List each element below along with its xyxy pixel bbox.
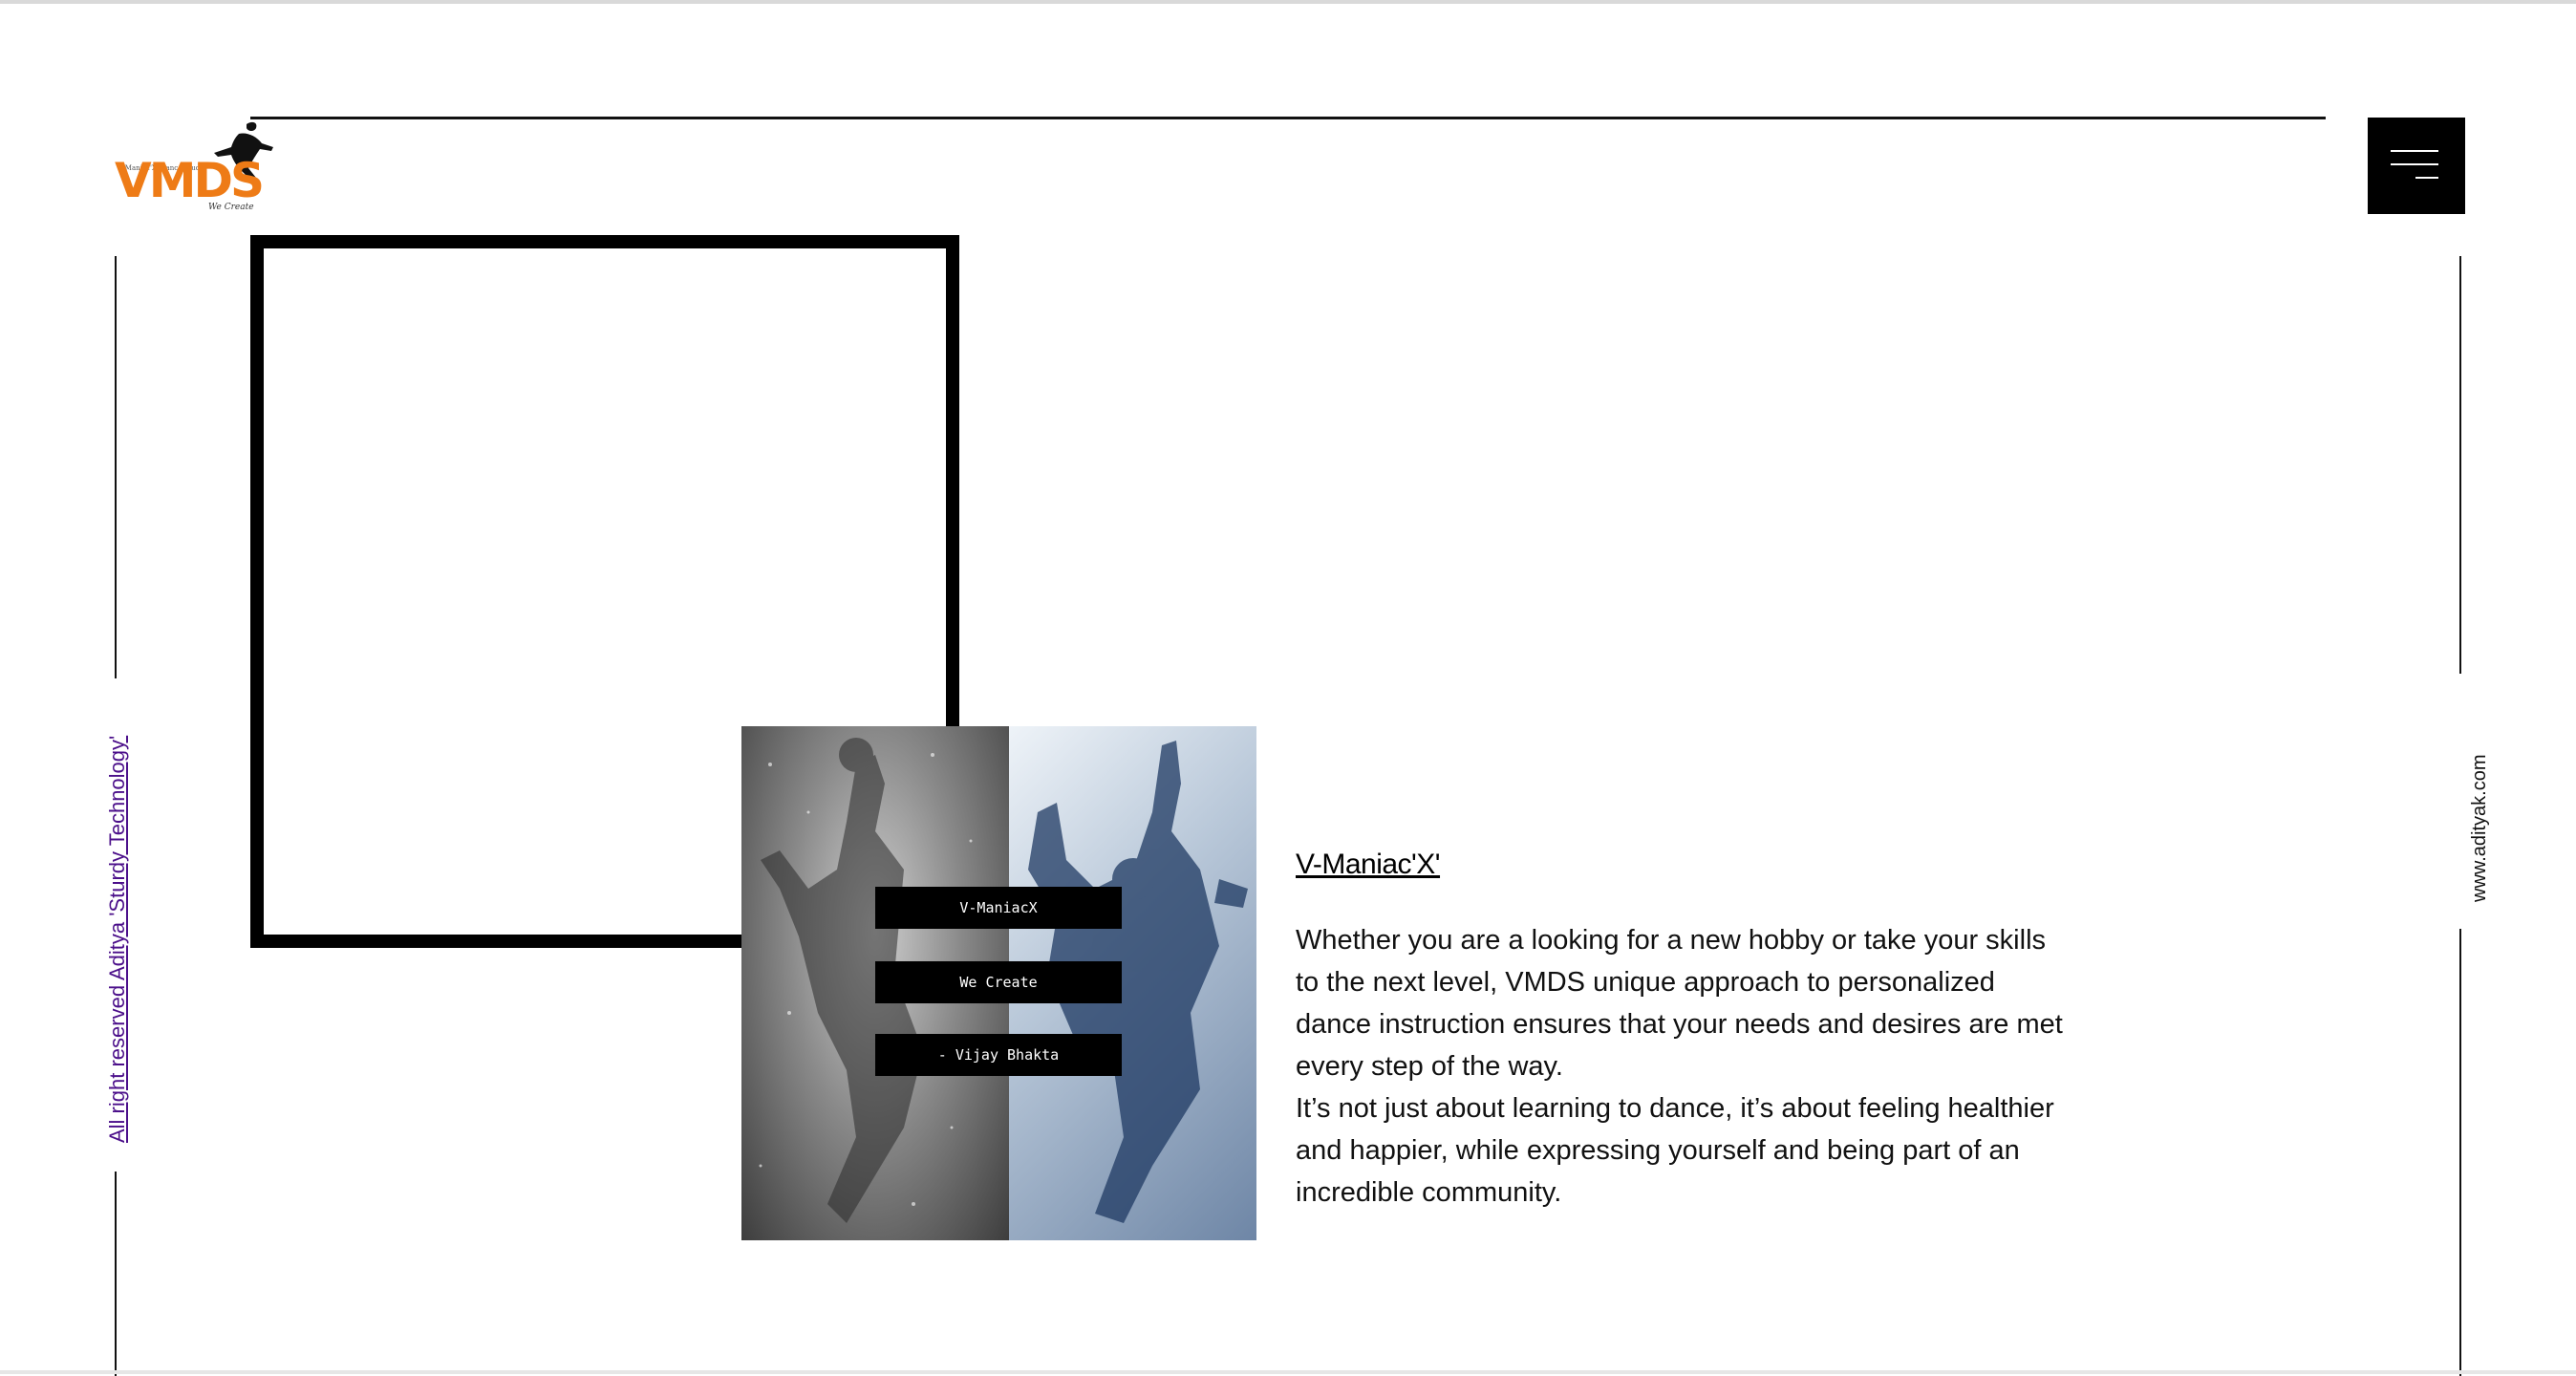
section-heading: V-Maniac'X' xyxy=(1296,849,1441,880)
top-border xyxy=(0,0,2576,4)
header-divider xyxy=(250,117,2326,119)
right-rail-top xyxy=(2459,256,2461,674)
copyright-link[interactable]: All right reserved Aditya 'Sturdy Techno… xyxy=(105,736,130,1143)
vmds-logo[interactable]: V-Maniac'X' Dance Studio VMDS We Create xyxy=(113,118,277,218)
poster-tag-author: - Vijay Bhakta xyxy=(875,1034,1122,1076)
section-paragraph-2: It’s not just about learning to dance, i… xyxy=(1296,1093,2054,1208)
logo-tagline: We Create xyxy=(208,203,254,212)
logo-brand-text: VMDS xyxy=(115,153,265,208)
dance-poster-image: V-ManiacX We Create - Vijay Bhakta xyxy=(741,726,1256,1240)
menu-button[interactable] xyxy=(2368,118,2465,214)
poster-tag-slogan: We Create xyxy=(875,961,1122,1003)
section-paragraph-1: Whether you are a looking for a new hobb… xyxy=(1296,925,2063,1082)
bottom-border xyxy=(0,1370,2576,1374)
poster-tag-title: V-ManiacX xyxy=(875,887,1122,929)
section-body: Whether you are a looking for a new hobb… xyxy=(1296,919,2070,1214)
left-rail-bottom xyxy=(115,1172,117,1376)
left-rail-top xyxy=(115,256,117,678)
website-url: www.adityak.com xyxy=(2469,754,2490,903)
right-rail-bottom xyxy=(2459,929,2461,1376)
